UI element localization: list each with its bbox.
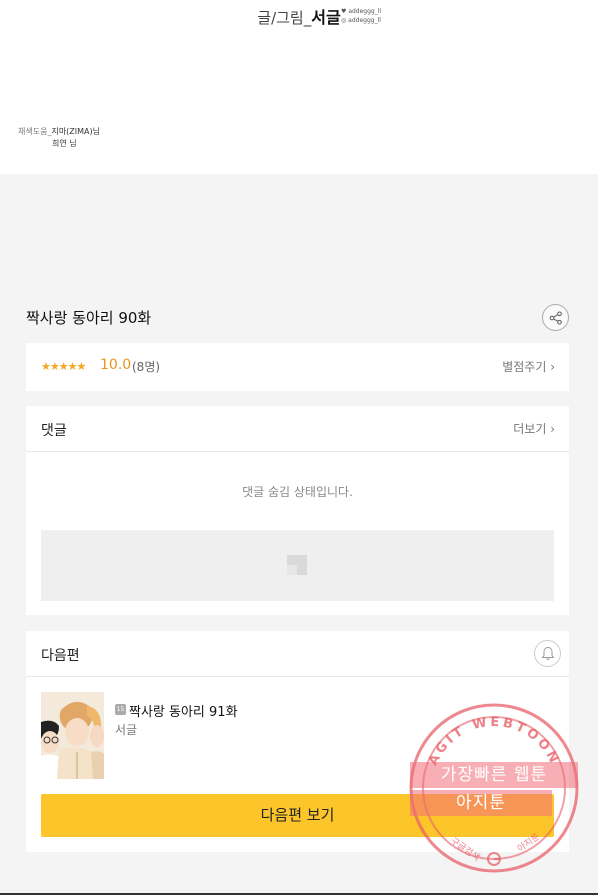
- watermark-band-2: 아지툰: [410, 790, 552, 816]
- comments-hidden-message: 댓글 숨김 상태입니다.: [242, 485, 353, 499]
- rate-button[interactable]: 별점주기 ›: [502, 358, 555, 375]
- rating-card: ★★★★★ 10.0 (8명) 별점주기 ›: [26, 343, 569, 391]
- age-rating-badge: 15: [115, 704, 126, 715]
- comments-card: 댓글 더보기 › 댓글 숨김 상태입니다.: [26, 406, 569, 615]
- credit-line: 글/그림_서글: [0, 4, 598, 28]
- rating-score: 10.0: [100, 357, 132, 373]
- rating-stars: ★★★★★: [41, 360, 86, 373]
- author-credits: 글/그림_서글 ♥ addeggg_ll ◎ addeggg_ll 채색도움_지…: [0, 0, 598, 174]
- twitter-icon: ♥: [341, 8, 347, 15]
- share-icon: [549, 310, 562, 325]
- watermark-stamp: AGIT WEBTOON 구글검색 아지툰: [409, 703, 579, 873]
- notify-button[interactable]: [534, 640, 561, 667]
- watermark-band-1: 가장빠른 웹툰: [410, 762, 578, 788]
- svg-text:AGIT WEBTOON: AGIT WEBTOON: [426, 715, 562, 768]
- share-button[interactable]: [542, 304, 569, 331]
- author-name: 서글: [311, 8, 341, 27]
- instagram-handle: addeggg_ll: [348, 17, 381, 24]
- coloring-assist-credit: 채색도움_지마(ZIMA)님 희연 님: [18, 126, 100, 150]
- next-episode-title[interactable]: 짝사랑 동아리 91화: [129, 701, 238, 720]
- instagram-icon: ◎: [341, 17, 347, 24]
- rating-vote-count: (8명): [132, 360, 161, 374]
- watermark-ring-text: AGIT WEBTOON: [426, 715, 559, 768]
- bell-icon: [541, 646, 554, 660]
- credit-prefix: 글/그림_: [257, 9, 312, 27]
- next-episode-author: 서글: [115, 723, 138, 737]
- episode-title: 짝사랑 동아리 90화: [26, 309, 152, 327]
- next-episode-section-title: 다음편: [41, 648, 80, 664]
- placeholder-image-icon: [287, 555, 307, 575]
- thumbnail-illustration: [41, 692, 104, 779]
- next-episode-thumbnail[interactable]: [41, 692, 104, 779]
- assist-label: 채색도움_: [18, 127, 52, 136]
- comments-more-button[interactable]: 더보기 ›: [513, 420, 555, 437]
- assist-name-1: 지마(ZIMA)님: [51, 127, 100, 136]
- comments-title: 댓글: [41, 423, 67, 439]
- assist-name-2: 희연 님: [52, 139, 77, 148]
- comments-divider: [26, 451, 569, 452]
- sns-handles: ♥ addeggg_ll ◎ addeggg_ll: [341, 7, 381, 25]
- next-episode-divider: [26, 676, 569, 677]
- twitter-handle: addeggg_ll: [348, 8, 382, 15]
- ad-placeholder: [41, 530, 554, 601]
